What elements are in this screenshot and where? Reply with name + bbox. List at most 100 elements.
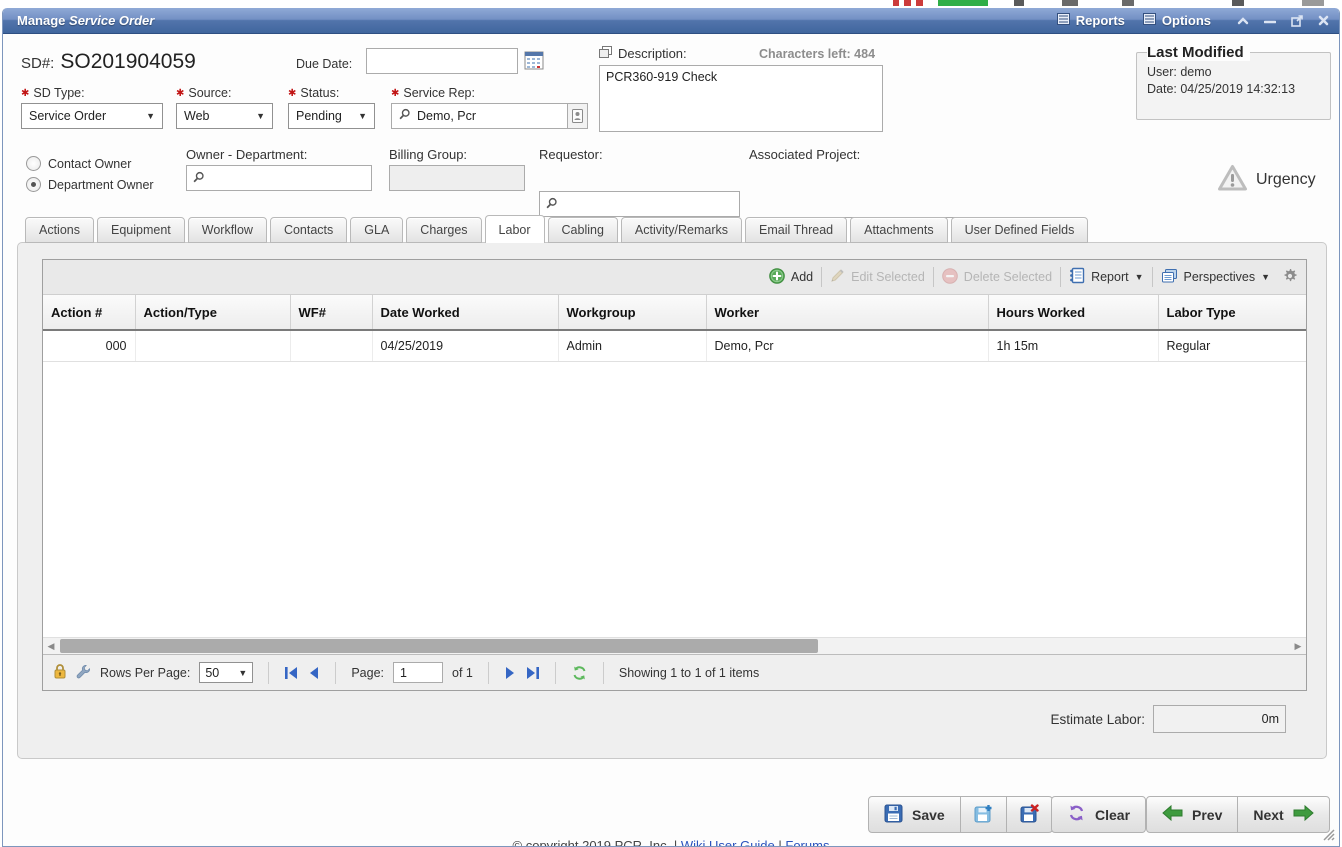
column-header-hours-worked[interactable]: Hours Worked	[988, 295, 1158, 330]
tab-labor[interactable]: Labor	[485, 215, 545, 243]
save-and-close-button[interactable]	[1006, 796, 1053, 833]
due-date-input[interactable]	[366, 48, 518, 74]
description-textarea[interactable]: PCR360-919 Check	[599, 65, 883, 132]
next-button-label: Next	[1253, 807, 1283, 823]
lock-icon[interactable]	[53, 663, 67, 682]
source-label: Source:	[188, 86, 231, 100]
next-page-button[interactable]	[504, 666, 516, 680]
department-owner-label: Department Owner	[48, 178, 154, 192]
cell-date-worked: 04/25/2019	[372, 330, 558, 362]
options-menu[interactable]: Options	[1143, 13, 1211, 28]
cell-workgroup: Admin	[558, 330, 706, 362]
sd-type-value: Service Order	[29, 109, 106, 123]
tab-workflow[interactable]: Workflow	[188, 217, 267, 243]
department-owner-radio[interactable]: Department Owner	[26, 177, 154, 192]
report-menu-button[interactable]: Report ▼	[1069, 267, 1143, 287]
source-select[interactable]: Web ▼	[176, 103, 273, 129]
chevron-down-icon: ▼	[238, 668, 247, 678]
owner-department-input[interactable]	[186, 165, 372, 191]
footer-separator: |	[775, 838, 786, 847]
add-button[interactable]: Add	[769, 268, 813, 287]
horizontal-scrollbar[interactable]: ◀ ▶	[43, 637, 1306, 654]
wiki-user-guide-link[interactable]: Wiki User Guide	[681, 838, 775, 847]
minimize-icon[interactable]	[1264, 17, 1276, 25]
tab-cabling[interactable]: Cabling	[548, 217, 618, 243]
scrollbar-thumb[interactable]	[60, 639, 818, 653]
column-header-date-worked[interactable]: Date Worked	[372, 295, 558, 330]
first-page-button[interactable]	[284, 666, 299, 680]
tab-gla[interactable]: GLA	[350, 217, 403, 243]
scroll-right-icon[interactable]: ▶	[1290, 638, 1306, 654]
contact-lookup-icon[interactable]	[568, 103, 588, 129]
column-header-wf-number[interactable]: WF#	[290, 295, 372, 330]
toolbar-separator	[1152, 267, 1153, 287]
status-select[interactable]: Pending ▼	[288, 103, 375, 129]
expand-description-icon[interactable]	[599, 46, 612, 61]
refresh-icon[interactable]	[571, 665, 588, 681]
popout-icon[interactable]	[1291, 15, 1303, 27]
save-and-close-icon	[1020, 804, 1039, 826]
contact-owner-radio[interactable]: Contact Owner	[26, 156, 131, 171]
window-titlebar: Manage Service Order Reports Options	[3, 8, 1339, 34]
urgency-indicator[interactable]: Urgency	[1217, 164, 1316, 195]
background-page-sliver	[1014, 0, 1024, 6]
scroll-left-icon[interactable]: ◀	[43, 638, 59, 654]
wrench-icon[interactable]	[76, 664, 91, 682]
tab-charges[interactable]: Charges	[406, 217, 481, 243]
estimate-labor-input[interactable]	[1153, 705, 1286, 733]
reports-menu[interactable]: Reports	[1057, 13, 1125, 28]
tab-user-defined-fields[interactable]: User Defined Fields	[951, 217, 1089, 243]
copyright-text: © copyright 2019 PCR, Inc.	[513, 838, 671, 847]
last-page-button[interactable]	[525, 666, 540, 680]
requestor-input[interactable]	[539, 191, 740, 217]
prev-button[interactable]: Prev	[1146, 796, 1238, 833]
column-header-action-number[interactable]: Action #	[43, 295, 135, 330]
labor-tab-panel: Add Edit Selected Delete Selected Report…	[17, 242, 1327, 759]
tab-equipment[interactable]: Equipment	[97, 217, 185, 243]
tab-activity-remarks[interactable]: Activity/Remarks	[621, 217, 742, 243]
edit-selected-button[interactable]: Edit Selected	[830, 268, 925, 286]
delete-selected-label: Delete Selected	[964, 270, 1052, 284]
tab-actions[interactable]: Actions	[25, 217, 94, 243]
tab-email-thread[interactable]: Email Thread	[745, 217, 847, 243]
delete-selected-button[interactable]: Delete Selected	[942, 268, 1052, 287]
save-and-new-icon	[974, 804, 993, 826]
save-and-new-button[interactable]	[960, 796, 1007, 833]
sd-type-select[interactable]: Service Order ▼	[21, 103, 163, 129]
cell-labor-type: Regular	[1158, 330, 1306, 362]
calendar-icon[interactable]	[524, 50, 544, 73]
billing-group-input	[389, 165, 525, 191]
table-row[interactable]: 000 04/25/2019 Admin Demo, Pcr 1h 15m Re…	[43, 330, 1306, 362]
pager-separator	[335, 662, 336, 684]
column-header-action-type[interactable]: Action/Type	[135, 295, 290, 330]
clear-button[interactable]: Clear	[1051, 796, 1146, 833]
chevron-down-icon: ▼	[256, 111, 265, 121]
toolbar-separator	[933, 267, 934, 287]
service-rep-field[interactable]: Demo, Pcr	[391, 103, 588, 129]
arrow-left-icon	[1162, 805, 1183, 824]
associated-project-label: Associated Project:	[749, 147, 860, 162]
rows-per-page-select[interactable]: 50 ▼	[199, 662, 253, 683]
cell-wf-number	[290, 330, 372, 362]
perspectives-menu-button[interactable]: Perspectives ▼	[1161, 268, 1270, 287]
list-icon	[1057, 13, 1070, 28]
background-page-sliver	[1302, 0, 1324, 6]
close-icon[interactable]	[1318, 15, 1329, 26]
save-button[interactable]: Save	[868, 796, 961, 833]
gear-icon[interactable]	[1282, 268, 1298, 287]
window-title: Manage Service Order	[17, 13, 154, 28]
search-icon	[545, 197, 558, 213]
tab-contacts[interactable]: Contacts	[270, 217, 347, 243]
prev-button-label: Prev	[1192, 807, 1222, 823]
column-header-labor-type[interactable]: Labor Type	[1158, 295, 1306, 330]
prev-page-button[interactable]	[308, 666, 320, 680]
required-icon: ✱	[176, 88, 184, 99]
column-header-worker[interactable]: Worker	[706, 295, 988, 330]
tab-attachments[interactable]: Attachments	[850, 217, 947, 243]
forums-link[interactable]: Forums	[785, 838, 829, 847]
page-input[interactable]	[393, 662, 443, 683]
column-header-workgroup[interactable]: Workgroup	[558, 295, 706, 330]
next-button[interactable]: Next	[1237, 796, 1329, 833]
rows-per-page-value: 50	[205, 666, 219, 680]
collapse-icon[interactable]	[1237, 17, 1249, 25]
